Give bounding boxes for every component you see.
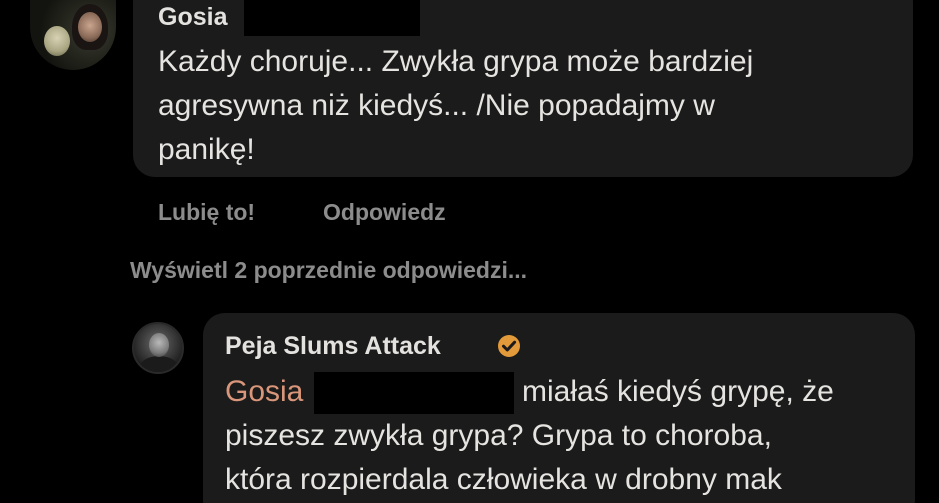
avatar-photo-shoulders [140,356,178,372]
reply-button[interactable]: Odpowiedz [323,199,446,226]
comment-author-peja[interactable]: Peja Slums Attack [225,332,441,361]
comment-line: która rozpierdala człowieka w drobny mak [225,463,782,496]
comment-line: piszesz zwykła grypa? Grypa to choroba, [225,419,772,452]
comment-text-peja-cont: piszesz zwykła grypa? Grypa to choroba, … [225,414,782,502]
verified-badge-icon [498,335,520,357]
comment-line: agresywna niż kiedyś... /Nie popadajmy w [158,89,715,122]
like-button[interactable]: Lubię to! [158,199,255,226]
comment-line: panikę! [158,133,255,166]
avatar-photo-head [149,333,169,357]
comment-line-first: Gosia [225,370,303,414]
mention-gosia[interactable]: Gosia [225,375,303,408]
avatar-peja[interactable] [132,322,184,374]
redacted-mention-surname [314,372,514,414]
comment-line: Każdy choruje... Zwykła grypa może bardz… [158,45,754,78]
avatar-photo-person-right [78,12,102,42]
comment-author-gosia[interactable]: Gosia [158,3,227,32]
comment-line-first-rest: miałaś kiedyś grypę, że [522,375,834,408]
comment-text-peja: Gosia [225,370,303,414]
avatar-gosia[interactable] [30,0,116,70]
redacted-surname [244,0,420,36]
avatar-photo-person-left [44,26,70,56]
view-previous-replies-link[interactable]: Wyświetl 2 poprzednie odpowiedzi... [130,257,527,284]
comment-text-gosia: Każdy choruje... Zwykła grypa może bardz… [158,40,753,172]
